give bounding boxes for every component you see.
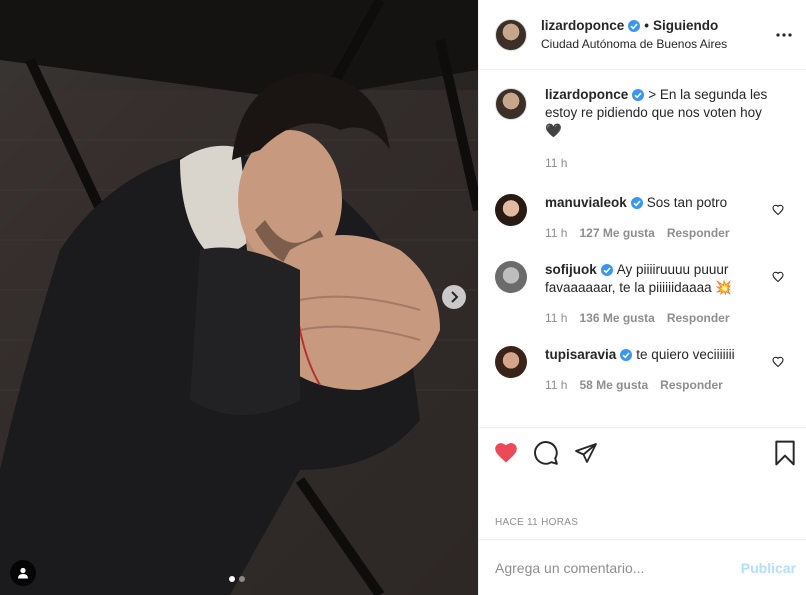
comment-icon [534, 441, 558, 465]
caption-time[interactable]: 11 h [545, 154, 567, 172]
avatar[interactable] [495, 18, 527, 51]
comment-item: tupisaravia te quiero veciiiiiii 11 h 58 … [495, 346, 790, 394]
comment-time[interactable]: 11 h [545, 309, 567, 327]
header-text: lizardoponce • Siguiendo Ciudad Autónoma… [541, 18, 727, 51]
comment-username[interactable]: manuvialeok [545, 195, 627, 210]
follow-status-button[interactable]: Siguiendo [653, 18, 718, 33]
comment-likes[interactable]: 127 Me gusta [579, 224, 654, 242]
comment-item: manuvialeok Sos tan potro 11 h 127 Me gus… [495, 194, 790, 242]
header-location[interactable]: Ciudad Autónoma de Buenos Aires [541, 37, 727, 51]
bookmark-icon [775, 440, 795, 466]
avatar[interactable] [495, 194, 527, 226]
comment-body: sofijuok Ay piiiiruuuu puuur favaaaaaar, … [545, 261, 790, 327]
verified-icon [630, 197, 643, 210]
avatar[interactable] [495, 261, 527, 293]
comment-meta: 11 h 127 Me gusta Responder [545, 224, 762, 242]
comment-time[interactable]: 11 h [545, 376, 567, 394]
comment-body: tupisaravia te quiero veciiiiiii 11 h 58 … [545, 346, 790, 394]
verified-icon [600, 264, 613, 277]
caption: lizardoponce > En la segunda les estoy re… [495, 86, 790, 172]
comments-list[interactable]: lizardoponce > En la segunda les estoy re… [479, 70, 806, 427]
photo-scene [0, 0, 478, 595]
reply-button[interactable]: Responder [660, 376, 723, 394]
verified-icon [620, 349, 633, 362]
heart-outline-icon[interactable] [772, 356, 784, 368]
comment-username[interactable]: sofijuok [545, 262, 597, 277]
post-sidebar: lizardoponce • Siguiendo Ciudad Autónoma… [478, 0, 806, 595]
more-options-button[interactable] [774, 27, 794, 43]
save-button[interactable] [772, 440, 798, 466]
chevron-right-icon [451, 291, 459, 303]
heart-filled-icon [495, 443, 517, 463]
tagged-users-button[interactable] [10, 560, 36, 586]
comment-time[interactable]: 11 h [545, 224, 567, 242]
comment-username[interactable]: tupisaravia [545, 347, 616, 362]
comment-text: Sos tan potro [646, 195, 728, 210]
carousel-next-button[interactable] [442, 285, 466, 309]
avatar[interactable] [495, 88, 527, 120]
comment-input[interactable] [495, 559, 741, 576]
post-header: lizardoponce • Siguiendo Ciudad Autónoma… [479, 0, 806, 70]
send-icon [575, 443, 597, 463]
user-icon [18, 567, 28, 579]
caption-body: lizardoponce > En la segunda les estoy re… [545, 86, 790, 172]
comment-item: sofijuok Ay piiiiruuuu puuur favaaaaaar, … [495, 261, 790, 327]
post-modal: lizardoponce • Siguiendo Ciudad Autónoma… [0, 0, 806, 595]
comment-button[interactable] [533, 440, 559, 466]
carousel-dot-1 [229, 576, 235, 582]
like-button[interactable] [493, 440, 519, 466]
action-row [493, 440, 796, 466]
header-row: lizardoponce • Siguiendo [541, 18, 727, 33]
carousel-dot-2 [239, 576, 245, 582]
post-time-ago[interactable]: HACE 11 HORAS [495, 517, 578, 528]
comment-body: manuvialeok Sos tan potro 11 h 127 Me gus… [545, 194, 790, 242]
post-photo[interactable] [0, 0, 478, 595]
heart-outline-icon[interactable] [772, 204, 784, 216]
verified-icon [632, 89, 645, 102]
more-horizontal-icon [776, 33, 792, 37]
comment-likes[interactable]: 136 Me gusta [579, 309, 654, 327]
reply-button[interactable]: Responder [667, 224, 730, 242]
caption-meta: 11 h [545, 154, 774, 172]
reply-button[interactable]: Responder [667, 309, 730, 327]
header-separator: • [644, 18, 649, 33]
comment-text: te quiero veciiiiiii [636, 347, 735, 362]
publish-button[interactable]: Publicar [741, 560, 796, 576]
share-button[interactable] [573, 440, 599, 466]
header-username[interactable]: lizardoponce [541, 18, 624, 33]
comment-meta: 11 h 58 Me gusta Responder [545, 376, 762, 394]
verified-icon [628, 19, 641, 32]
caption-username[interactable]: lizardoponce [545, 87, 628, 102]
post-actions: HACE 11 HORAS [479, 427, 806, 539]
comment-meta: 11 h 136 Me gusta Responder [545, 309, 762, 327]
comment-likes[interactable]: 58 Me gusta [579, 376, 648, 394]
carousel-indicator [229, 576, 245, 582]
heart-outline-icon[interactable] [772, 271, 784, 283]
comment-composer: Publicar [479, 539, 806, 595]
avatar[interactable] [495, 346, 527, 378]
